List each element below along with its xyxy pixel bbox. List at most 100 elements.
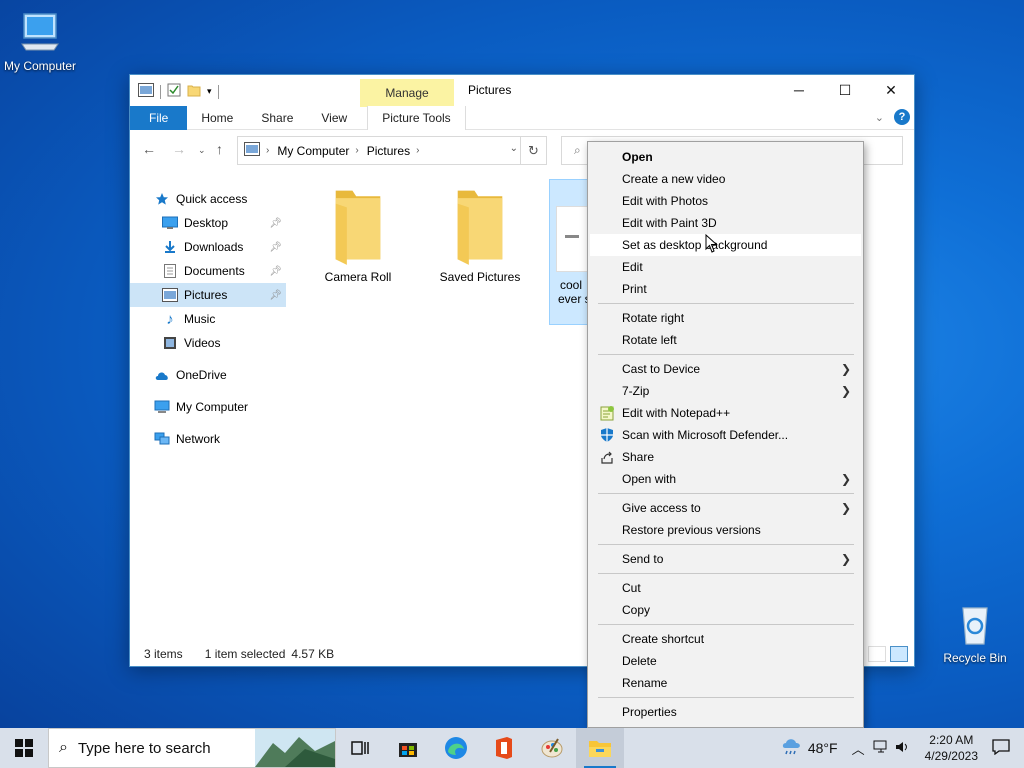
menu-item-edit-with-notepadpp[interactable]: Edit with Notepad++	[590, 402, 861, 424]
desktop-icon	[162, 215, 178, 231]
menu-item-label: Print	[622, 282, 647, 296]
maximize-button[interactable]: ☐	[822, 75, 868, 105]
nav-item-label: Downloads	[184, 240, 244, 254]
expand-ribbon-icon[interactable]: ⌄	[875, 111, 884, 124]
computer-icon	[154, 399, 170, 415]
breadcrumb-pictures[interactable]: Pictures	[367, 144, 410, 158]
paint-icon	[541, 738, 563, 758]
up-arrow-icon[interactable]: ↑	[216, 141, 223, 157]
pin-icon[interactable]: 📌︎	[269, 218, 282, 229]
recent-locations-chevron-icon[interactable]: ⌄	[198, 145, 206, 156]
taskbar-clock[interactable]: 2:20 AM 4/29/2023	[925, 732, 978, 764]
menu-item-7-zip[interactable]: 7-Zip ❯	[590, 380, 861, 402]
breadcrumb-chevron-icon[interactable]: ›	[266, 145, 269, 156]
taskbar-store[interactable]	[384, 728, 432, 768]
defender-icon	[601, 428, 613, 442]
address-bar[interactable]: › My Computer › Pictures › ⌄ ↻	[237, 136, 547, 165]
menu-item-create-shortcut[interactable]: Create shortcut	[590, 628, 861, 650]
taskbar-paint[interactable]	[528, 728, 576, 768]
tab-share[interactable]: Share	[247, 106, 307, 130]
notification-center-icon[interactable]	[992, 738, 1010, 758]
nav-item-my-computer[interactable]: My Computer	[130, 395, 286, 419]
menu-item-send-to[interactable]: Send to ❯	[590, 548, 861, 570]
pin-icon[interactable]: 📌︎	[269, 242, 282, 253]
menu-item-properties[interactable]: Properties	[590, 701, 861, 723]
menu-item-cast-to-device[interactable]: Cast to Device ❯	[590, 358, 861, 380]
item-count: 3 items	[144, 647, 183, 661]
start-button[interactable]	[0, 728, 48, 768]
desktop-icon-my-computer[interactable]: My Computer	[0, 10, 80, 73]
qat-customize-icon[interactable]: ▾	[207, 86, 212, 97]
taskbar-office[interactable]	[480, 728, 528, 768]
nav-item-label: Music	[184, 312, 216, 326]
menu-item-restore-previous-versions[interactable]: Restore previous versions	[590, 519, 861, 541]
menu-item-delete[interactable]: Delete	[590, 650, 861, 672]
menu-item-set-as-desktop-background[interactable]: Set as desktop background	[590, 234, 861, 256]
nav-item-onedrive[interactable]: OneDrive	[130, 363, 286, 387]
taskbar-search-box[interactable]: ⌕ Type here to search	[48, 728, 336, 768]
pin-icon[interactable]: 📌︎	[269, 290, 282, 301]
menu-item-edit[interactable]: Edit	[590, 256, 861, 278]
menu-item-create-new-video[interactable]: Create a new video	[590, 168, 861, 190]
item-label: Camera Roll	[324, 270, 392, 284]
taskbar-edge[interactable]	[432, 728, 480, 768]
network-status-icon[interactable]	[873, 740, 889, 757]
weather-temperature[interactable]: 48°F	[808, 740, 838, 756]
tab-picture-tools[interactable]: Picture Tools	[367, 105, 466, 130]
menu-item-rename[interactable]: Rename	[590, 672, 861, 694]
menu-item-cut[interactable]: Cut	[590, 577, 861, 599]
menu-item-label: Send to	[622, 552, 664, 566]
folder-item-camera-roll[interactable]: Camera Roll	[308, 185, 408, 284]
volume-icon[interactable]	[895, 740, 911, 757]
breadcrumb-my-computer[interactable]: My Computer	[277, 144, 349, 158]
large-icons-view-icon[interactable]	[890, 646, 908, 662]
tab-file[interactable]: File	[130, 105, 188, 130]
menu-item-copy[interactable]: Copy	[590, 599, 861, 621]
nav-item-documents[interactable]: Documents 📌︎	[130, 259, 286, 283]
properties-qat-icon[interactable]	[167, 83, 181, 100]
close-button[interactable]: ✕	[868, 75, 914, 105]
details-view-icon[interactable]	[868, 646, 886, 662]
address-dropdown-icon[interactable]: ⌄	[510, 143, 518, 154]
nav-item-network[interactable]: Network	[130, 427, 286, 451]
nav-item-music[interactable]: ♪ Music	[130, 307, 286, 331]
forward-arrow-icon[interactable]: →	[172, 141, 186, 157]
nav-item-pictures[interactable]: Pictures 📌︎	[130, 283, 286, 307]
image-file-item[interactable]: cool ever s	[549, 179, 589, 325]
menu-item-scan-with-defender[interactable]: Scan with Microsoft Defender...	[590, 424, 861, 446]
show-hidden-icons-chevron-icon[interactable]: ︿	[852, 739, 865, 758]
menu-item-rotate-left[interactable]: Rotate left	[590, 329, 861, 351]
menu-item-open[interactable]: Open	[590, 146, 861, 168]
taskbar-file-explorer[interactable]	[576, 728, 624, 768]
menu-item-give-access-to[interactable]: Give access to ❯	[590, 497, 861, 519]
menu-item-edit-with-photos[interactable]: Edit with Photos	[590, 190, 861, 212]
nav-item-videos[interactable]: Videos	[130, 331, 286, 355]
pin-icon[interactable]: 📌︎	[269, 266, 282, 277]
tab-view[interactable]: View	[307, 106, 361, 130]
quick-access-toolbar: ▾	[138, 83, 219, 100]
breadcrumb-chevron-icon[interactable]: ›	[355, 145, 358, 156]
tab-home[interactable]: Home	[187, 106, 247, 130]
menu-item-print[interactable]: Print	[590, 278, 861, 300]
nav-item-quick-access[interactable]: Quick access	[130, 187, 286, 211]
task-view-button[interactable]	[336, 728, 384, 768]
help-icon[interactable]: ?	[894, 109, 910, 125]
folder-item-saved-pictures[interactable]: Saved Pictures	[430, 185, 530, 284]
refresh-icon[interactable]: ↻	[520, 137, 546, 164]
menu-item-label: Share	[622, 450, 655, 464]
menu-item-share[interactable]: Share	[590, 446, 861, 468]
menu-item-rotate-right[interactable]: Rotate right	[590, 307, 861, 329]
desktop-icon-recycle-bin[interactable]: Recycle Bin	[935, 602, 1015, 665]
menu-item-edit-with-paint-3d[interactable]: Edit with Paint 3D	[590, 212, 861, 234]
weather-icon[interactable]	[780, 736, 804, 761]
breadcrumb-chevron-icon[interactable]: ›	[416, 145, 419, 156]
nav-item-downloads[interactable]: Downloads 📌︎	[130, 235, 286, 259]
minimize-button[interactable]: ─	[776, 75, 822, 105]
window-app-icon[interactable]	[138, 83, 154, 100]
new-folder-qat-icon[interactable]	[187, 83, 201, 100]
tab-manage[interactable]: Manage	[360, 79, 454, 107]
ribbon-tabs: File Home Share View Picture Tools	[130, 105, 914, 130]
back-arrow-icon[interactable]: ←	[142, 141, 156, 157]
menu-item-open-with[interactable]: Open with ❯	[590, 468, 861, 490]
nav-item-desktop[interactable]: Desktop 📌︎	[130, 211, 286, 235]
